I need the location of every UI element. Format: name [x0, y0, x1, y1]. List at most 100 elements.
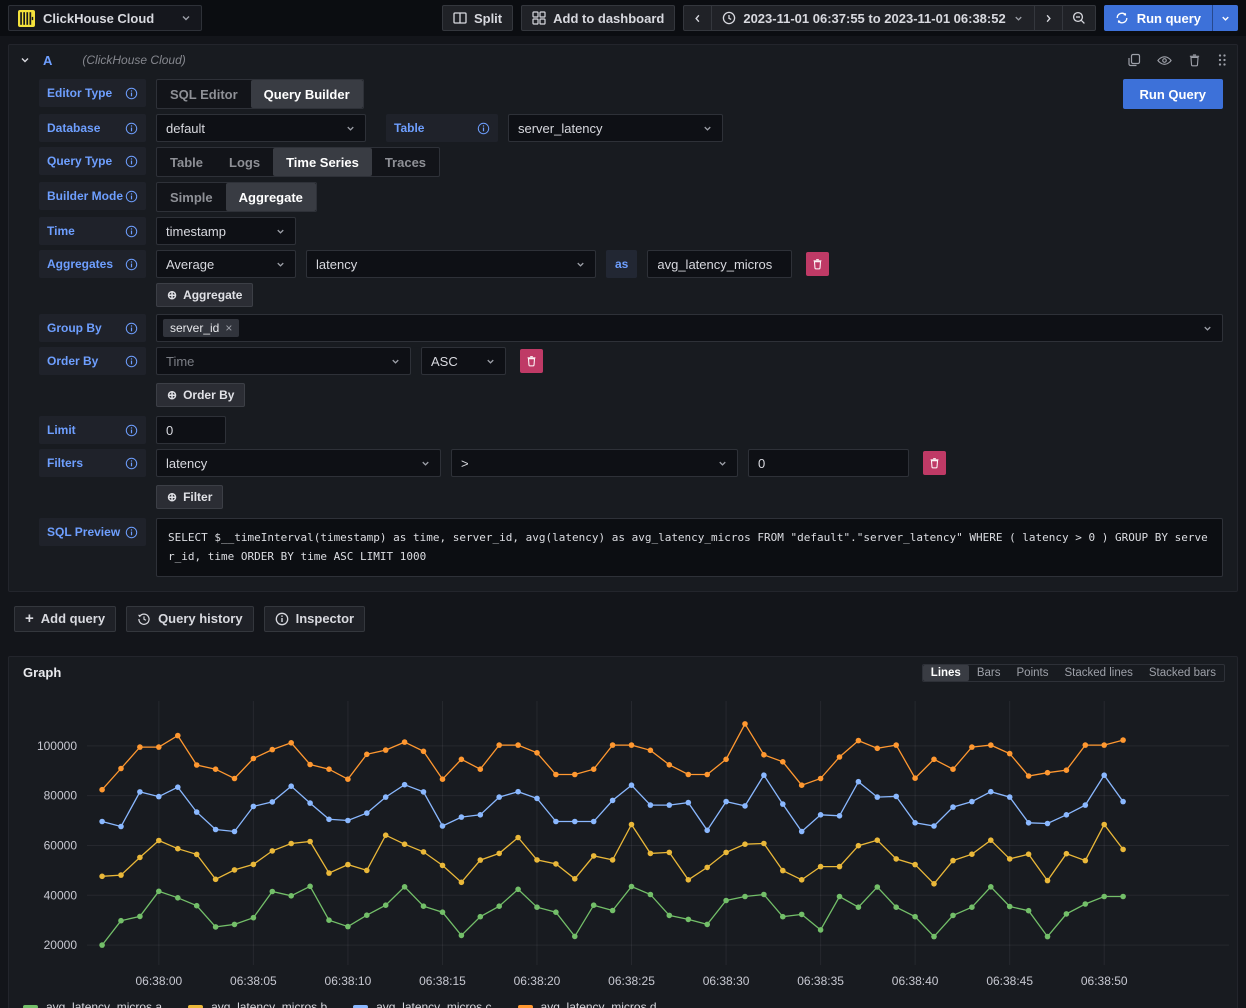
time-shift-back-button[interactable]: [683, 5, 712, 31]
query-type-logs[interactable]: Logs: [216, 148, 273, 176]
chevron-down-icon: [345, 123, 356, 134]
info-icon[interactable]: [125, 424, 138, 437]
remove-aggregate-button[interactable]: [806, 252, 829, 276]
filter-value-input[interactable]: 0: [748, 449, 909, 477]
drag-handle-icon[interactable]: [1217, 53, 1227, 67]
zoom-out-button[interactable]: [1062, 5, 1096, 31]
add-aggregate-button[interactable]: ⊕ Aggregate: [156, 283, 253, 307]
query-history-button[interactable]: Query history: [126, 606, 254, 632]
order-by-label: Order By: [39, 347, 146, 375]
svg-text:20000: 20000: [44, 938, 78, 952]
chevron-down-icon: [390, 356, 401, 367]
time-column-select[interactable]: timestamp: [156, 217, 296, 245]
query-row-header: A (ClickHouse Cloud): [9, 45, 1237, 75]
group-by-tag: server_id ×: [163, 319, 239, 337]
builder-mode-simple[interactable]: Simple: [157, 183, 226, 211]
info-icon[interactable]: [125, 155, 138, 168]
aggregate-function-select[interactable]: Average: [156, 250, 296, 278]
add-to-dashboard-button[interactable]: Add to dashboard: [521, 5, 675, 31]
plus-circle-icon: ⊕: [167, 388, 177, 402]
graph-style-lines[interactable]: Lines: [923, 665, 969, 681]
query-type-switch: Table Logs Time Series Traces: [156, 147, 440, 177]
aggregate-column-select[interactable]: latency: [306, 250, 596, 278]
plus-circle-icon: ⊕: [167, 490, 177, 504]
time-picker: 2023-11-01 06:37:55 to 2023-11-01 06:38:…: [683, 5, 1095, 31]
info-icon[interactable]: [125, 87, 138, 100]
clickhouse-logo-icon: [18, 10, 35, 27]
collapse-chevron-icon[interactable]: [19, 54, 31, 66]
plus-icon: +: [25, 611, 34, 626]
chevron-down-icon: [420, 458, 431, 469]
datasource-picker[interactable]: ClickHouse Cloud: [8, 5, 202, 31]
graph-style-bars[interactable]: Bars: [969, 665, 1009, 681]
panel-run-query-button[interactable]: Run Query: [1123, 79, 1223, 109]
info-icon[interactable]: [125, 526, 138, 539]
builder-mode-switch: Simple Aggregate: [156, 182, 317, 212]
query-type-time-series[interactable]: Time Series: [273, 148, 372, 176]
inspector-button[interactable]: Inspector: [264, 606, 366, 632]
legend-item[interactable]: avg_latency_micros d: [518, 1000, 657, 1008]
svg-text:100000: 100000: [37, 738, 77, 752]
sql-preview-label: SQL Preview: [39, 518, 146, 546]
info-icon[interactable]: [125, 322, 138, 335]
legend-item[interactable]: avg_latency_micros c: [353, 1000, 491, 1008]
dashboard-grid-icon: [532, 11, 546, 25]
editor-type-label: Editor Type: [39, 79, 146, 107]
builder-mode-aggregate[interactable]: Aggregate: [226, 183, 316, 211]
chart-legend: avg_latency_micros a avg_latency_micros …: [9, 996, 1237, 1008]
info-icon[interactable]: [125, 457, 138, 470]
legend-swatch: [353, 1005, 368, 1008]
remove-filter-button[interactable]: [923, 451, 946, 475]
add-filter-button[interactable]: ⊕ Filter: [156, 485, 223, 509]
svg-text:06:38:15: 06:38:15: [419, 974, 466, 988]
database-select[interactable]: default: [156, 114, 366, 142]
legend-item[interactable]: avg_latency_micros a: [23, 1000, 162, 1008]
graph-panel: Graph Lines Bars Points Stacked lines St…: [8, 656, 1238, 1008]
info-icon[interactable]: [125, 122, 138, 135]
order-by-column-select[interactable]: Time: [156, 347, 411, 375]
info-icon[interactable]: [125, 258, 138, 271]
editor-type-sql-editor[interactable]: SQL Editor: [157, 80, 251, 108]
explore-actions: + Add query Query history Inspector: [14, 606, 1238, 632]
duplicate-query-icon[interactable]: [1127, 53, 1141, 67]
editor-type-query-builder[interactable]: Query Builder: [251, 80, 363, 108]
remove-order-by-button[interactable]: [520, 349, 543, 373]
chevron-down-icon: [275, 259, 286, 270]
delete-query-icon[interactable]: [1188, 53, 1201, 67]
filter-column-select[interactable]: latency: [156, 449, 441, 477]
aggregate-alias-input[interactable]: avg_latency_micros: [647, 250, 792, 278]
query-type-traces[interactable]: Traces: [372, 148, 439, 176]
split-button[interactable]: Split: [442, 5, 513, 31]
chevron-down-icon: [717, 458, 728, 469]
time-label: Time: [39, 217, 146, 245]
legend-item[interactable]: avg_latency_micros b: [188, 1000, 327, 1008]
time-range-button[interactable]: 2023-11-01 06:37:55 to 2023-11-01 06:38:…: [711, 5, 1034, 31]
group-by-multiselect[interactable]: server_id ×: [156, 314, 1223, 342]
query-ref-id[interactable]: A: [43, 53, 52, 68]
order-by-direction-select[interactable]: ASC: [421, 347, 506, 375]
graph-style-stacked-bars[interactable]: Stacked bars: [1141, 665, 1224, 681]
run-query-dropdown-button[interactable]: [1212, 5, 1238, 31]
add-order-by-button[interactable]: ⊕ Order By: [156, 383, 245, 407]
info-icon[interactable]: [125, 225, 138, 238]
svg-text:06:38:00: 06:38:00: [135, 974, 182, 988]
hide-query-eye-icon[interactable]: [1157, 54, 1172, 67]
run-query-button[interactable]: Run query: [1104, 5, 1212, 31]
limit-input[interactable]: 0: [156, 416, 226, 444]
timeseries-chart[interactable]: 2000040000600008000010000006:38:0006:38:…: [9, 685, 1237, 991]
filter-operator-select[interactable]: >: [451, 449, 738, 477]
query-type-table[interactable]: Table: [157, 148, 216, 176]
graph-style-points[interactable]: Points: [1009, 665, 1057, 681]
add-query-button[interactable]: + Add query: [14, 606, 116, 632]
info-icon[interactable]: [125, 190, 138, 203]
info-icon[interactable]: [125, 355, 138, 368]
svg-text:06:38:10: 06:38:10: [325, 974, 372, 988]
graph-style-stacked-lines[interactable]: Stacked lines: [1056, 665, 1140, 681]
info-icon[interactable]: [477, 122, 490, 135]
datasource-name: ClickHouse Cloud: [43, 11, 154, 26]
builder-mode-label: Builder Mode: [39, 182, 146, 210]
remove-tag-icon[interactable]: ×: [225, 321, 232, 335]
time-shift-forward-button[interactable]: [1034, 5, 1063, 31]
table-select[interactable]: server_latency: [508, 114, 723, 142]
chevron-down-icon: [1202, 323, 1213, 334]
